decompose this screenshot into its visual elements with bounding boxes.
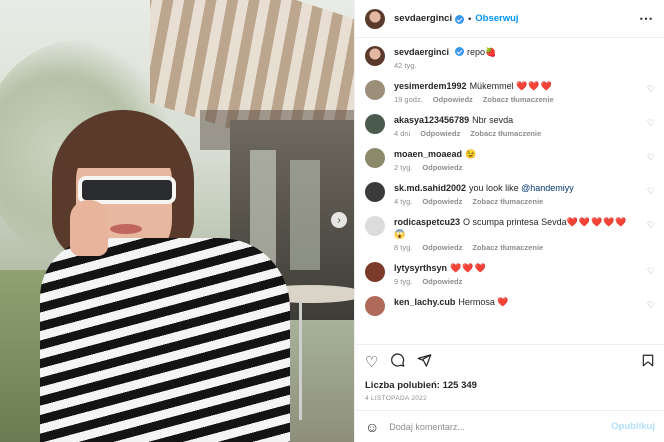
caption-text: repo🍓 [467, 47, 497, 57]
comment-like-icon[interactable]: ♡ [647, 118, 655, 129]
comment-composer: ☺ Opublikuj [355, 410, 664, 442]
post-comment-button[interactable]: Opublikuj [611, 421, 655, 432]
list-item: ken_lachy.cub Hermosa ❤️ ♡ [365, 296, 655, 316]
post-header: sevdaerginci • Obserwuj ⋯ [355, 0, 664, 38]
list-item: moaen_moaead 😉 2 tyg. Odpowiedz ♡ [365, 148, 655, 172]
list-item: akasya123456789 Nbr sevda 4 dni Odpowiedz Z… [365, 114, 655, 138]
avatar[interactable] [365, 114, 385, 134]
comment-username[interactable]: yesimerdem1992 [394, 81, 467, 91]
comment-time: 2 tyg. [394, 163, 413, 172]
verified-badge-icon [455, 47, 465, 56]
photo-window [290, 160, 320, 270]
reply-button[interactable]: Odpowiedz [433, 95, 473, 104]
more-options-icon[interactable]: ⋯ [639, 10, 654, 27]
comment-like-icon[interactable]: ♡ [647, 152, 655, 163]
caption-time: 42 tyg. [394, 61, 417, 70]
reply-button[interactable]: Odpowiedz [422, 163, 462, 172]
comment-emoji: ❤️❤️❤️ [450, 263, 487, 273]
post-side-panel: sevdaerginci • Obserwuj ⋯ sevdaerginci re… [354, 0, 664, 442]
photo-person-striped-shirt [40, 238, 290, 442]
comment-text: 😉 [465, 149, 477, 159]
bookmark-icon[interactable] [641, 353, 655, 372]
comment-username[interactable]: lytysyrthsyn [394, 263, 447, 273]
comment-username[interactable]: rodicaspetcu23 [394, 217, 460, 227]
comment-username[interactable]: akasya123456789 [394, 115, 469, 125]
list-item: sk.md.sahid2002 you look like @handemiyy … [365, 182, 655, 206]
next-photo-button[interactable]: › [331, 212, 347, 228]
comment-like-icon[interactable]: ♡ [647, 186, 655, 197]
heart-outline-icon[interactable]: ♡ [365, 354, 378, 371]
reply-button[interactable]: Odpowiedz [422, 197, 462, 206]
caption-username[interactable]: sevdaerginci [394, 47, 449, 57]
reply-button[interactable]: Odpowiedz [420, 129, 460, 138]
comment-like-icon[interactable]: ♡ [647, 220, 655, 231]
photo-person-bangs [66, 118, 186, 168]
comment-text: O scumpa printesa Sevda [463, 217, 567, 227]
translate-button[interactable]: Zobacz tłumaczenie [483, 95, 554, 104]
comment-like-icon[interactable]: ♡ [647, 84, 655, 95]
comment-time: 4 dni [394, 129, 411, 138]
emoji-icon[interactable]: ☺ [365, 419, 379, 435]
avatar[interactable] [365, 46, 385, 66]
post-actions: ♡ Liczba polubień: 125 349 4 LISTOPADA 2… [355, 344, 664, 410]
photo-person-hand [70, 200, 108, 256]
comment-like-icon[interactable]: ♡ [647, 300, 655, 311]
avatar[interactable] [365, 8, 385, 29]
translate-button[interactable]: Zobacz tłumaczenie [470, 129, 541, 138]
comment-text: Nbr sevda [472, 115, 514, 125]
caption-row: sevdaerginci repo🍓 42 tyg. [365, 46, 655, 70]
follow-button[interactable]: Obserwuj [475, 13, 518, 24]
avatar[interactable] [365, 216, 385, 236]
chevron-right-icon: › [337, 214, 341, 226]
avatar[interactable] [365, 262, 385, 282]
list-item: lytysyrthsyn ❤️❤️❤️ 9 tyg. Odpowiedz ♡ [365, 262, 655, 286]
comment-emoji: ❤️ [497, 297, 510, 307]
verified-badge-icon [455, 15, 465, 24]
comment-time: 19 godz. [394, 95, 423, 104]
comment-emoji: ❤️❤️❤️ [516, 81, 553, 91]
list-item: rodicaspetcu23 O scumpa printesa Sevda❤️❤… [365, 216, 655, 252]
mention-link[interactable]: @handemiyy [521, 183, 574, 193]
post-date: 4 LISTOPADA 2022 [365, 395, 428, 402]
avatar[interactable] [365, 182, 385, 202]
avatar[interactable] [365, 148, 385, 168]
comment-time: 9 tyg. [394, 277, 413, 286]
send-icon[interactable] [417, 353, 432, 372]
comment-like-icon[interactable]: ♡ [647, 266, 655, 277]
comment-text: Mükemmel [469, 81, 514, 91]
reply-button[interactable]: Odpowiedz [422, 243, 462, 252]
likes-count[interactable]: Liczba polubień: 125 349 [365, 380, 655, 391]
header-separator: • [468, 13, 472, 24]
comment-time: 4 tyg. [394, 197, 413, 206]
header-username[interactable]: sevdaerginci [394, 13, 452, 24]
comment-text: Hermosa [458, 297, 495, 307]
reply-button[interactable]: Odpowiedz [422, 277, 462, 286]
list-item: yesimerdem1992 Mükemmel ❤️❤️❤️ 19 godz. Od… [365, 80, 655, 104]
comment-text: you look like [469, 183, 519, 193]
comment-input[interactable] [389, 421, 612, 432]
translate-button[interactable]: Zobacz tłumaczenie [472, 197, 543, 206]
avatar[interactable] [365, 80, 385, 100]
comment-username[interactable]: moaen_moaead [394, 149, 462, 159]
comment-username[interactable]: ken_lachy.cub [394, 297, 455, 307]
comment-time: 8 tyg. [394, 243, 413, 252]
avatar[interactable] [365, 296, 385, 316]
photo-person-lips [110, 224, 142, 234]
comment-icon[interactable] [390, 353, 405, 372]
post-photo[interactable]: › [0, 0, 354, 442]
translate-button[interactable]: Zobacz tłumaczenie [472, 243, 543, 252]
comments-list[interactable]: sevdaerginci repo🍓 42 tyg. yesimerdem1992… [355, 38, 664, 344]
comment-username[interactable]: sk.md.sahid2002 [394, 183, 466, 193]
